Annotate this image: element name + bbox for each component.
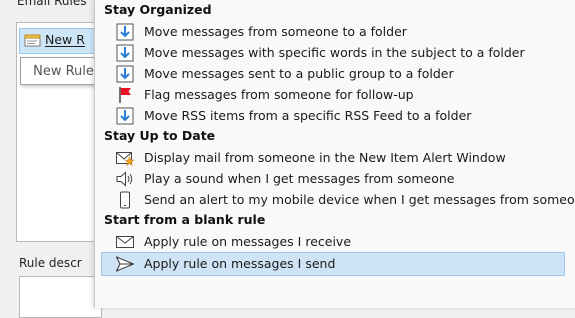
new-rule-button-label: New R: [45, 32, 85, 47]
move-folder-icon: [115, 23, 135, 41]
send-arrow-icon: [115, 255, 135, 273]
rules-list[interactable]: [16, 22, 102, 242]
menu-item-apply-on-receive[interactable]: Apply rule on messages I receive: [102, 231, 564, 253]
new-rule-icon: [24, 33, 42, 47]
menu-item-label: Play a sound when I get messages from so…: [144, 171, 455, 186]
menu-item-move-public-group[interactable]: Move messages sent to a public group to …: [102, 63, 564, 85]
mobile-phone-icon: [115, 191, 135, 209]
menu-item-move-from-someone[interactable]: Move messages from someone to a folder: [102, 21, 564, 43]
menu-item-label: Move messages from someone to a folder: [144, 24, 407, 39]
menu-item-label: Apply rule on messages I send: [144, 256, 336, 271]
red-flag-icon: [115, 86, 135, 104]
rules-dialog-background: Email Rules New R New Rule Rule descr: [0, 0, 107, 318]
move-folder-icon: [115, 44, 135, 62]
rule-description-label: Rule descr: [19, 256, 82, 270]
menu-item-flag-follow-up[interactable]: Flag messages from someone for follow-up: [102, 84, 564, 106]
section-heading-stay-organized: Stay Organized: [104, 2, 212, 17]
email-rules-label: Email Rules: [17, 0, 87, 8]
move-folder-icon: [115, 65, 135, 83]
menu-item-mobile-alert[interactable]: Send an alert to my mobile device when I…: [102, 189, 575, 211]
move-folder-icon: [115, 107, 135, 125]
envelope-icon: [115, 233, 135, 251]
rule-description-box: [19, 276, 102, 318]
menu-item-play-sound[interactable]: Play a sound when I get messages from so…: [102, 168, 564, 190]
menu-item-move-rss[interactable]: Move RSS items from a specific RSS Feed …: [102, 105, 564, 127]
mail-star-icon: [115, 149, 135, 167]
menu-item-label: Move messages with specific words in the…: [144, 45, 525, 60]
menu-item-move-specific-words[interactable]: Move messages with specific words in the…: [102, 42, 564, 64]
menu-item-label: Send an alert to my mobile device when I…: [144, 192, 575, 207]
menu-item-new-item-alert[interactable]: Display mail from someone in the New Ite…: [102, 147, 564, 169]
menu-item-label: Move messages sent to a public group to …: [144, 66, 454, 81]
menu-item-label: Move RSS items from a specific RSS Feed …: [144, 108, 472, 123]
section-heading-stay-up-to-date: Stay Up to Date: [104, 128, 216, 143]
section-heading-blank-rule: Start from a blank rule: [104, 212, 266, 227]
menu-item-apply-on-send[interactable]: Apply rule on messages I send: [101, 252, 565, 276]
new-rule-menu: Stay Organized Move messages from someon…: [94, 0, 575, 308]
menu-item-label: Apply rule on messages I receive: [144, 234, 352, 249]
new-rule-button[interactable]: New R: [19, 28, 102, 54]
speaker-icon: [115, 170, 135, 188]
menu-item-label: Flag messages from someone for follow-up: [144, 87, 414, 102]
menu-item-label: Display mail from someone in the New Ite…: [144, 150, 506, 165]
